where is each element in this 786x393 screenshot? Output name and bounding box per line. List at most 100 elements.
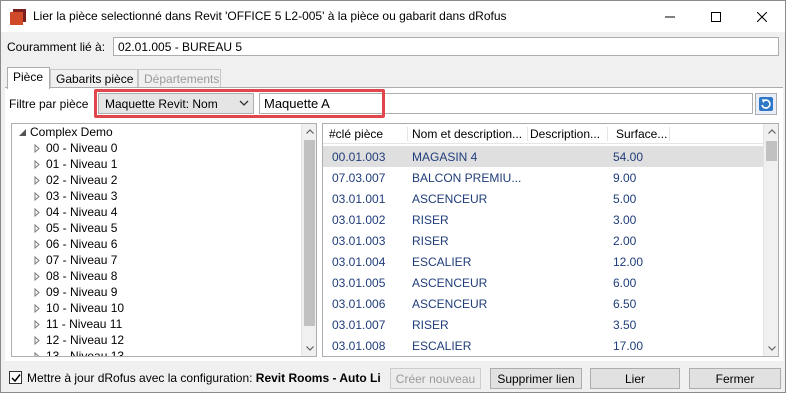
column-header-surface[interactable]: Surface... <box>616 127 667 141</box>
collapsed-arrow-icon[interactable] <box>32 220 46 236</box>
close-dialog-button[interactable]: Fermer <box>689 368 781 389</box>
cell-surface: 3.50 <box>613 318 637 332</box>
collapsed-arrow-icon[interactable] <box>32 348 46 356</box>
config-name: Revit Rooms - Auto Link <box>255 371 381 385</box>
tree-item-label: 09 - Niveau 9 <box>46 285 118 299</box>
close-icon <box>757 11 767 22</box>
cell-key: 00.01.003 <box>332 150 386 164</box>
tree-item[interactable]: 07 - Niveau 7 <box>32 252 117 268</box>
cell-key: 03.01.004 <box>332 255 386 269</box>
collapsed-arrow-icon[interactable] <box>32 268 46 284</box>
chevron-down-icon <box>239 100 249 106</box>
cell-key: 03.01.007 <box>332 318 386 332</box>
search-button[interactable] <box>755 93 777 115</box>
close-button[interactable] <box>739 1 785 32</box>
table-row[interactable]: 03.01.002 RISER 3.00 <box>323 209 763 230</box>
update-drofus-label[interactable]: Mettre à jour dRofus avec la configurati… <box>27 371 381 385</box>
tree-item[interactable]: 10 - Niveau 10 <box>32 300 124 316</box>
table-row[interactable]: 03.01.007 RISER 3.50 <box>323 314 763 335</box>
tree-scrollbar[interactable] <box>301 124 316 356</box>
dialog-window: Lier la pièce selectionné dans Revit 'OF… <box>0 0 786 393</box>
tree-item-label: 04 - Niveau 4 <box>46 205 118 219</box>
table-row[interactable]: 03.01.003 RISER 2.00 <box>323 230 763 251</box>
filter-field-value: Maquette Revit: Nom <box>105 97 218 111</box>
minimize-button[interactable] <box>647 1 693 32</box>
cell-key: 07.03.007 <box>332 171 386 185</box>
column-header-name[interactable]: Nom et description... <box>412 127 522 141</box>
table-row[interactable]: 07.03.007 BALCON PREMIU... 9.00 <box>323 167 763 188</box>
filter-field-dropdown[interactable]: Maquette Revit: Nom <box>98 93 254 114</box>
tree-item-label: 00 - Niveau 0 <box>46 141 118 155</box>
collapsed-arrow-icon[interactable] <box>32 284 46 300</box>
column-header-description[interactable]: Description... <box>530 127 600 141</box>
cell-name: ASCENCEUR <box>412 276 488 290</box>
collapsed-arrow-icon[interactable] <box>32 300 46 316</box>
tree-item-label: 07 - Niveau 7 <box>46 253 118 267</box>
collapsed-arrow-icon[interactable] <box>32 172 46 188</box>
chevron-down-icon <box>767 346 776 351</box>
update-drofus-text: Mettre à jour dRofus avec la configurati… <box>27 371 256 385</box>
column-header-key[interactable]: #clé pièce <box>329 127 383 141</box>
cell-name: ASCENCEUR <box>412 297 488 311</box>
collapsed-arrow-icon[interactable] <box>32 156 46 172</box>
expanded-arrow-icon[interactable] <box>16 124 30 140</box>
tree-root[interactable]: Complex Demo <box>16 124 113 140</box>
chevron-up-icon <box>767 129 776 134</box>
tree-scroll-thumb[interactable] <box>304 140 315 326</box>
tree-item[interactable]: 13 - Niveau 13 <box>32 348 124 356</box>
grid-scrollbar[interactable] <box>763 124 778 356</box>
collapsed-arrow-icon[interactable] <box>32 204 46 220</box>
tree-item[interactable]: 08 - Niveau 8 <box>32 268 117 284</box>
scroll-up-arrow[interactable] <box>302 124 316 139</box>
tree-item[interactable]: 03 - Niveau 3 <box>32 188 117 204</box>
collapsed-arrow-icon[interactable] <box>32 332 46 348</box>
checkmark-icon <box>10 373 21 382</box>
maximize-button[interactable] <box>693 1 739 32</box>
tree-item[interactable]: 06 - Niveau 6 <box>32 236 117 252</box>
grid-scroll-thumb[interactable] <box>766 141 777 161</box>
title-bar[interactable]: Lier la pièce selectionné dans Revit 'OF… <box>1 1 785 32</box>
collapsed-arrow-icon[interactable] <box>32 188 46 204</box>
collapsed-arrow-icon[interactable] <box>32 236 46 252</box>
tree-item[interactable]: 09 - Niveau 9 <box>32 284 117 300</box>
cell-surface: 12.00 <box>613 255 644 269</box>
tab-piece[interactable]: Pièce <box>7 67 50 89</box>
tree-root-label: Complex Demo <box>30 125 113 139</box>
update-drofus-checkbox[interactable] <box>9 371 22 384</box>
tree-item[interactable]: 00 - Niveau 0 <box>32 140 117 156</box>
tree-item[interactable]: 05 - Niveau 5 <box>32 220 117 236</box>
room-tree[interactable]: Complex Demo 00 - Niveau 0 01 - Niveau 1… <box>11 123 317 357</box>
scroll-down-arrow[interactable] <box>302 341 316 356</box>
scroll-down-arrow[interactable] <box>764 341 778 356</box>
link-button[interactable]: Lier <box>590 368 680 389</box>
remove-link-button[interactable]: Supprimer lien <box>490 368 582 389</box>
cell-surface: 6.00 <box>613 276 637 290</box>
cell-surface: 2.00 <box>613 234 637 248</box>
table-row[interactable]: 03.01.006 ASCENCEUR 6.50 <box>323 293 763 314</box>
tree-item[interactable]: 04 - Niveau 4 <box>32 204 117 220</box>
filter-input[interactable] <box>259 93 753 114</box>
cell-name: ESCALIER <box>412 255 472 269</box>
table-row[interactable]: 03.01.001 ASCENCEUR 5.00 <box>323 188 763 209</box>
app-icon <box>10 9 26 25</box>
collapsed-arrow-icon[interactable] <box>32 140 46 156</box>
table-row[interactable]: 03.01.005 ASCENCEUR 6.00 <box>323 272 763 293</box>
room-grid[interactable]: #clé pièce Nom et description... Descrip… <box>322 123 779 357</box>
tree-item[interactable]: 11 - Niveau 11 <box>32 316 122 332</box>
tree-item[interactable]: 01 - Niveau 1 <box>32 156 117 172</box>
collapsed-arrow-icon[interactable] <box>32 316 46 332</box>
window-title: Lier la pièce selectionné dans Revit 'OF… <box>33 9 507 23</box>
cell-name: RISER <box>412 234 449 248</box>
collapsed-arrow-icon[interactable] <box>32 252 46 268</box>
current-link-field[interactable]: 02.01.005 - BUREAU 5 <box>113 37 779 56</box>
table-row[interactable]: 03.01.004 ESCALIER 12.00 <box>323 251 763 272</box>
table-row[interactable]: 03.01.008 ESCALIER 17.00 <box>323 335 763 356</box>
tab-gabarits-piece[interactable]: Gabarits pièce <box>50 69 138 88</box>
tree-item-label: 08 - Niveau 8 <box>46 269 118 283</box>
maximize-icon <box>711 11 721 22</box>
tab-departements: Départements <box>138 69 221 88</box>
table-row[interactable]: 00.01.003 MAGASIN 4 54.00 <box>323 146 763 167</box>
tree-item[interactable]: 02 - Niveau 2 <box>32 172 117 188</box>
tree-item[interactable]: 12 - Niveau 12 <box>32 332 124 348</box>
scroll-up-arrow[interactable] <box>764 124 778 139</box>
